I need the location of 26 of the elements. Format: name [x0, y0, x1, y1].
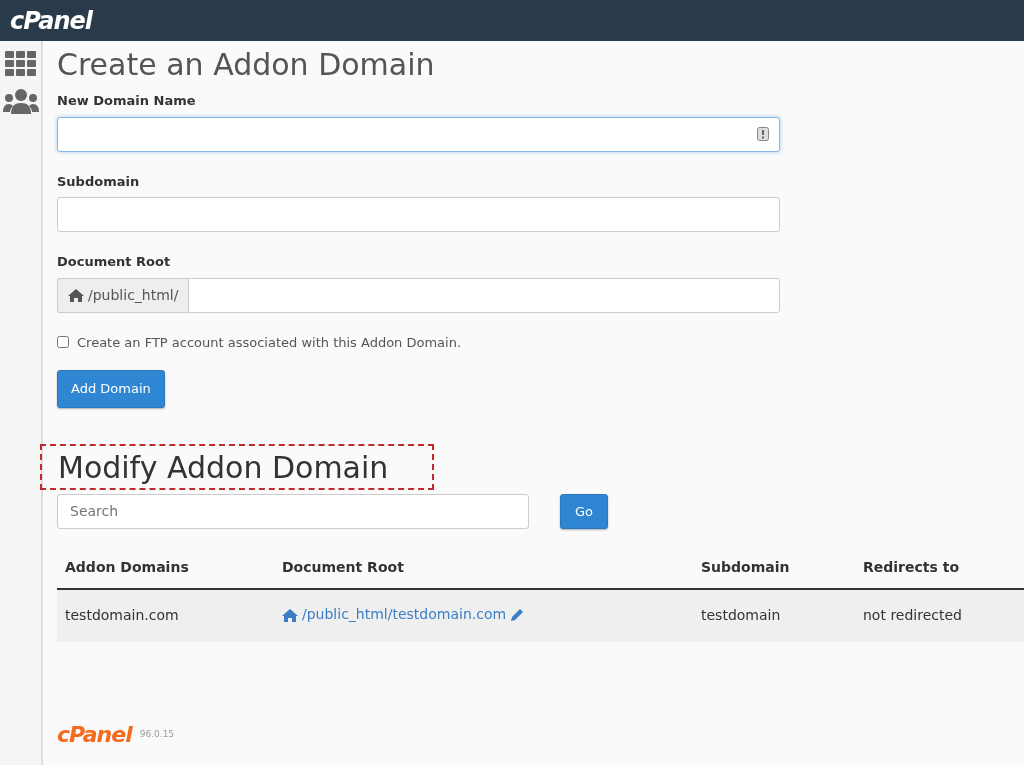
input-field[interactable] — [188, 277, 780, 313]
pencil-icon — [510, 607, 525, 622]
page-title: Create an Addon Domain — [57, 47, 436, 83]
input-field[interactable] — [57, 116, 780, 152]
add-domain-button[interactable]: Add Domain — [57, 370, 165, 408]
alert-icon — [757, 127, 769, 141]
grid-icon[interactable] — [5, 51, 36, 76]
table-cell: not redirected — [855, 589, 1024, 642]
field-label: New Domain Name — [57, 92, 197, 110]
cpanel-logo: cPanel — [57, 722, 132, 747]
search-field[interactable]: Search — [57, 493, 529, 529]
prefix-text: /public_html/ — [88, 285, 179, 305]
checkbox[interactable] — [57, 336, 69, 349]
field-label: Subdomain — [57, 172, 141, 191]
table-cell: testdomain.com — [57, 589, 274, 642]
section-heading: Modify Addon Domain — [58, 449, 389, 486]
home-icon — [282, 607, 298, 622]
checkbox-label: Create an FTP account associated with this Addon Domain. — [77, 333, 462, 352]
field-label: Document Root — [57, 253, 172, 271]
home-icon — [68, 288, 84, 302]
go-button[interactable]: Go — [560, 493, 609, 529]
table-cell: testdomain — [693, 589, 855, 642]
cpanel-logo[interactable]: cPanel — [10, 6, 93, 35]
input-field[interactable] — [57, 197, 780, 232]
users-icon[interactable] — [2, 88, 39, 114]
version-text: 96.0.15 — [139, 727, 175, 741]
